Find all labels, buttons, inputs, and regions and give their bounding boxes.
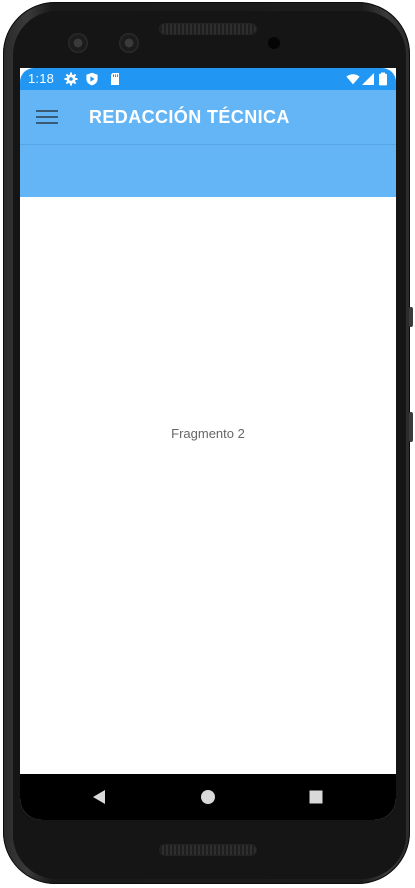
app-bar-extension — [20, 145, 396, 197]
device-frame: 1:18 REDACCIÓN TÉCNICA Fragmento 2 — [0, 0, 415, 888]
fragment-container: Fragmento 2 — [20, 197, 396, 774]
sd-card-icon — [108, 72, 122, 86]
recents-icon[interactable] — [291, 774, 341, 820]
front-camera-1 — [68, 33, 88, 53]
power-button — [409, 307, 413, 327]
front-camera-2 — [119, 33, 139, 53]
navigation-bar — [20, 774, 396, 820]
play-protect-icon — [85, 72, 99, 86]
page-title: REDACCIÓN TÉCNICA — [89, 107, 290, 127]
settings-icon — [64, 72, 78, 86]
back-icon[interactable] — [74, 774, 124, 820]
proximity-sensor — [268, 37, 280, 49]
status-time: 1:18 — [28, 71, 55, 86]
screen: 1:18 REDACCIÓN TÉCNICA Fragmento 2 — [20, 68, 396, 820]
cell-signal-icon — [361, 72, 375, 86]
volume-button — [409, 412, 413, 442]
battery-icon — [378, 72, 392, 86]
fragment-label: Fragmento 2 — [171, 426, 245, 441]
hamburger-menu-icon[interactable] — [32, 105, 62, 129]
home-icon[interactable] — [183, 774, 233, 820]
bottom-speaker — [160, 845, 256, 855]
earpiece-speaker — [160, 24, 256, 34]
status-bar: 1:18 — [20, 68, 396, 90]
wifi-icon — [346, 72, 360, 86]
